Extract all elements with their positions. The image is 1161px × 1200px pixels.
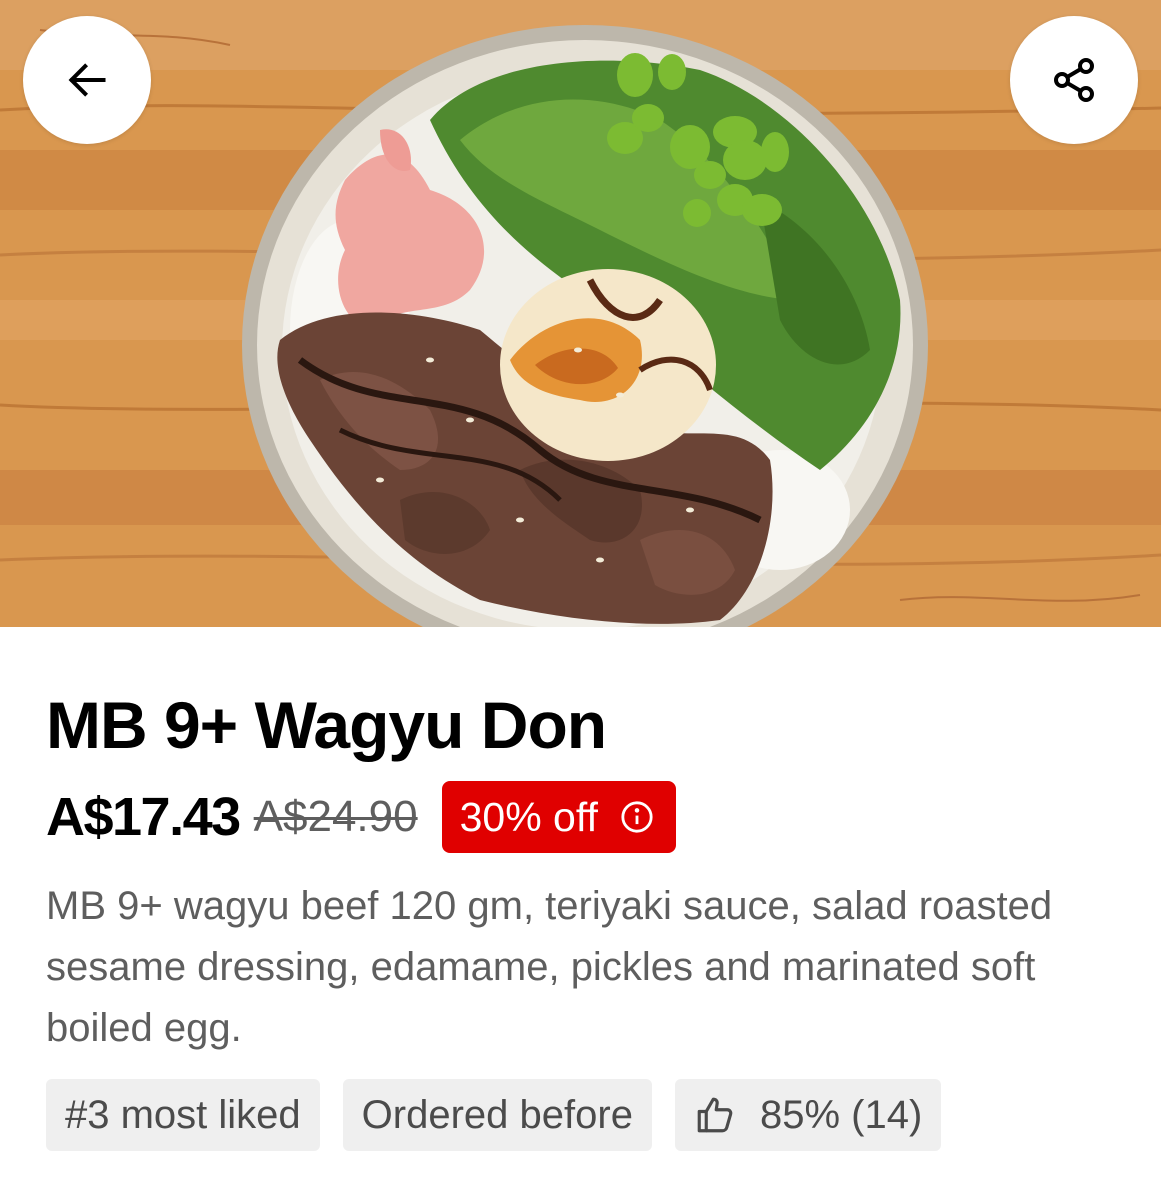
- tag-most-liked: #3 most liked: [46, 1079, 320, 1151]
- item-title: MB 9+ Wagyu Don: [46, 688, 607, 762]
- original-price: A$24.90: [253, 792, 418, 841]
- item-description: MB 9+ wagyu beef 120 gm, teriyaki sauce,…: [46, 884, 1053, 1050]
- price-row: A$17.43 A$24.90 30% off: [46, 780, 676, 854]
- current-price: A$17.43: [46, 787, 241, 847]
- tag-label: #3 most liked: [65, 1092, 301, 1137]
- item-image: [0, 0, 1161, 627]
- share-button[interactable]: [1010, 16, 1138, 144]
- arrow-left-icon: [65, 58, 109, 102]
- tag-label: 85% (14): [759, 1092, 923, 1137]
- info-icon: [620, 800, 654, 834]
- discount-badge[interactable]: 30% off: [441, 781, 676, 853]
- tag-ordered-before: Ordered before: [342, 1079, 652, 1151]
- tag-label: Ordered before: [361, 1092, 633, 1137]
- item-tags: #3 most liked Ordered before 85% (14): [46, 1079, 964, 1151]
- tag-rating: 85% (14): [674, 1079, 942, 1151]
- back-button[interactable]: [23, 16, 151, 144]
- share-icon: [1050, 56, 1098, 104]
- thumbs-up-icon: [694, 1094, 736, 1136]
- discount-label: 30% off: [459, 793, 598, 840]
